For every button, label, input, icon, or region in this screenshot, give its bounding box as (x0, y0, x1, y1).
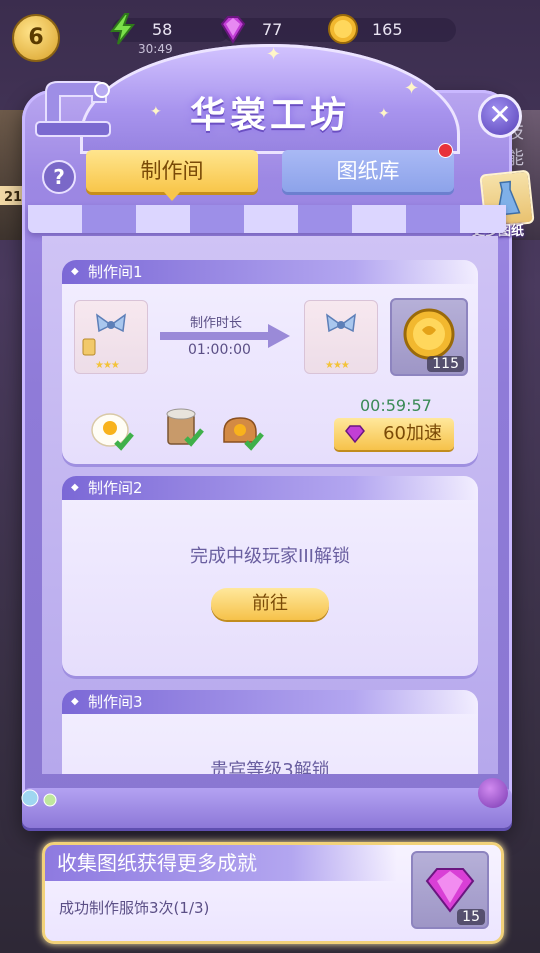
product-slot[interactable]: ★★★ (304, 300, 378, 374)
player-level-badge[interactable]: 6 (12, 14, 60, 62)
duration-value: 01:00:00 (188, 342, 251, 358)
close-button[interactable]: ✕ (478, 94, 522, 138)
rarity-stars: ★★★ (325, 360, 350, 371)
gem-value: 77 (262, 20, 283, 39)
bow-icon (82, 313, 126, 356)
reward-quantity: 115 (427, 356, 464, 372)
duration-label: 制作时长 (190, 316, 243, 331)
gem-reward[interactable]: 15 (411, 851, 489, 929)
coin-value: 165 (372, 20, 403, 39)
unlock-requirement: 贵宾等级3解锁 (210, 760, 330, 774)
workshop-list[interactable]: 制作间1 ★★★ 制作时长 01:00:00 ★★★ (42, 236, 498, 774)
notification-dot (438, 143, 453, 158)
energy-value: 58 (152, 20, 173, 39)
sewing-machine-icon (35, 81, 111, 137)
go-button[interactable]: 前往 (211, 588, 329, 620)
coffee-cup-icon (166, 408, 204, 447)
sparkle-icon: ✦ (404, 78, 420, 99)
achievement-title: 收集图纸获得更多成就 (45, 845, 397, 881)
speed-up-label: 60加速 (383, 423, 442, 444)
tab-blueprint-library[interactable]: 图纸库 (282, 150, 454, 192)
reward-quantity: 15 (457, 909, 485, 925)
buttons-icon (18, 788, 62, 808)
yarn-ball-icon (478, 778, 508, 808)
egg-toast-icon (223, 417, 264, 451)
awning (28, 205, 506, 233)
workshop-title: 制作间3 (62, 690, 478, 714)
blueprint-slot[interactable]: ★★★ (74, 300, 148, 374)
workshop-card-3: 制作间3 贵宾等级3解锁 (62, 690, 478, 774)
achievement-banner[interactable]: 收集图纸获得更多成就 成功制作服饰3次(1/3) 15 (42, 842, 504, 944)
energy-counter[interactable]: 58 (109, 13, 230, 45)
fried-egg-icon (91, 413, 134, 451)
workshop-title: 制作间1 (62, 260, 478, 284)
sparkle-icon: ✦ (266, 44, 282, 65)
unlock-requirement: 完成中级玩家III解锁 (190, 546, 350, 567)
coin-icon (328, 14, 358, 44)
craft-countdown: 00:59:57 (360, 396, 432, 415)
window-title: 华裳工坊 (189, 95, 350, 136)
workshop-title: 制作间2 (62, 476, 478, 500)
help-button[interactable]: ? (42, 160, 76, 194)
coin-reward[interactable]: 115 (390, 298, 468, 376)
progress-arrow (160, 332, 270, 340)
coin-counter[interactable]: 165 (328, 14, 456, 44)
tab-workshop[interactable]: 制作间 (86, 150, 258, 201)
speed-up-button[interactable]: 60加速 (334, 418, 454, 450)
workshop-card-1: 制作间1 ★★★ 制作时长 01:00:00 ★★★ (62, 260, 478, 464)
achievement-description: 成功制作服饰3次(1/3) (59, 899, 210, 917)
workshop-card-2: 制作间2 完成中级玩家III解锁 前往 (62, 476, 478, 676)
arrow-head-icon (268, 324, 290, 348)
rarity-stars: ★★★ (95, 360, 120, 371)
lightning-icon (109, 13, 136, 45)
gem-icon (345, 425, 365, 444)
bow-icon (326, 313, 356, 333)
shop-counter (22, 788, 512, 828)
energy-timer: 30:49 (138, 42, 173, 56)
gem-icon (220, 16, 246, 44)
